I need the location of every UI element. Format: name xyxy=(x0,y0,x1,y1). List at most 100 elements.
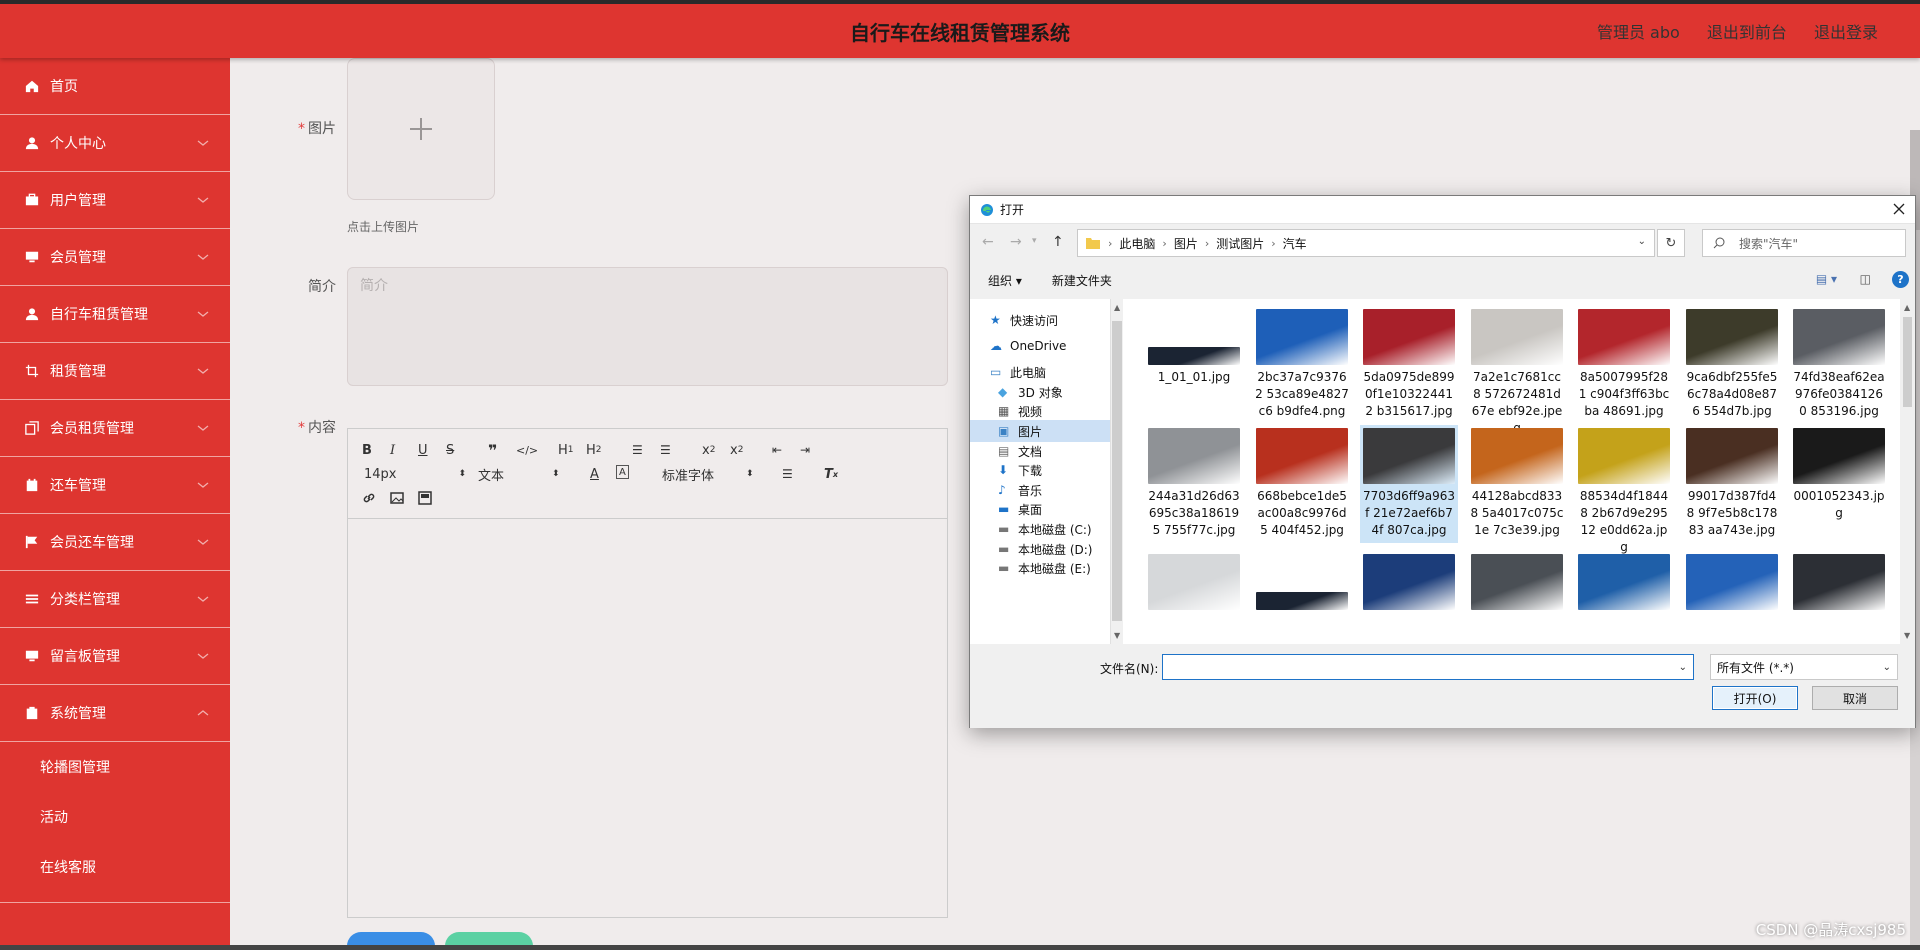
back-arrow-icon[interactable]: ← xyxy=(982,234,994,250)
filename-input[interactable]: ⌄ xyxy=(1162,654,1694,680)
preview-pane-icon[interactable]: ◫ xyxy=(1860,272,1871,286)
file-list-scrollbar[interactable]: ▲ ▼ xyxy=(1900,299,1915,644)
sidebar-subitem-1[interactable]: 活动 xyxy=(0,792,230,842)
code-button[interactable]: </> xyxy=(516,441,538,459)
file-item[interactable]: 7703d6ff9a963f 21e72aef6b74f 807ca.jpg xyxy=(1360,425,1458,543)
breadcrumb-this-pc[interactable]: 此电脑 xyxy=(1119,235,1155,252)
file-item[interactable]: 244a31d26d63 695c38a186195 755f77c.jpg xyxy=(1145,425,1243,543)
file-item[interactable]: 1_01_01.jpg xyxy=(1145,306,1243,424)
ordered-list-button[interactable]: ☰ xyxy=(632,441,643,459)
file-item[interactable] xyxy=(1360,551,1458,641)
file-item[interactable] xyxy=(1683,551,1781,641)
sidebar-subitem-0[interactable]: 轮播图管理 xyxy=(0,742,230,792)
file-item[interactable]: 88534d4f18448 2b67d9e29512 e0dd62a.jpg xyxy=(1575,425,1673,554)
sidebar-item-8[interactable]: 会员还车管理 xyxy=(0,514,230,571)
scroll-down-icon[interactable]: ▼ xyxy=(1904,631,1910,640)
intro-textarea[interactable]: 简介 xyxy=(347,267,948,386)
sidebar-item-1[interactable]: 个人中心 xyxy=(0,115,230,172)
file-type-filter[interactable]: 所有文件 (*.*) ⌄ xyxy=(1710,654,1898,680)
h1-button[interactable]: H1 xyxy=(558,441,574,459)
organize-menu[interactable]: 组织 ▾ xyxy=(988,272,1022,289)
subscript-button[interactable]: x2 xyxy=(702,441,715,459)
image-upload-button[interactable] xyxy=(347,58,495,200)
scroll-up-icon[interactable]: ▲ xyxy=(1114,303,1120,312)
sidebar-item-6[interactable]: 会员租赁管理 xyxy=(0,400,230,457)
breadcrumb-test-pictures[interactable]: 测试图片 xyxy=(1216,235,1264,252)
breadcrumb-cars[interactable]: 汽车 xyxy=(1283,235,1307,252)
cancel-button[interactable]: 取消 xyxy=(1812,686,1898,710)
file-item[interactable]: 0001052343.jpg xyxy=(1790,425,1888,543)
align-button[interactable]: ☰ xyxy=(782,465,793,483)
video-icon[interactable] xyxy=(418,489,432,507)
font-size-select[interactable]: 14px ⬍ xyxy=(364,465,466,483)
chevron-down-icon[interactable]: ⌄ xyxy=(1679,662,1687,673)
nav-item-7[interactable]: ⬇ 下载 xyxy=(970,459,1110,481)
bold-button[interactable]: B xyxy=(362,441,372,459)
help-icon[interactable]: ? xyxy=(1892,271,1909,288)
refresh-button[interactable]: ↻ xyxy=(1657,229,1685,257)
paragraph-select[interactable]: 文本 ⬍ xyxy=(478,465,560,484)
close-icon[interactable] xyxy=(1891,201,1907,217)
open-button[interactable]: 打开(O) xyxy=(1712,686,1798,710)
navigation-scrollbar-thumb[interactable] xyxy=(1112,321,1122,621)
font-family-select[interactable]: 标准字体 ⬍ xyxy=(662,465,754,484)
file-item[interactable]: 2bc37a7c93762 53ca89e4827c6 b9dfe4.png xyxy=(1253,306,1351,424)
nav-item-4[interactable]: ▦ 视频 xyxy=(970,400,1110,422)
underline-button[interactable]: U xyxy=(418,441,428,459)
scroll-down-icon[interactable]: ▼ xyxy=(1114,631,1120,640)
background-color-button[interactable]: A xyxy=(616,465,629,479)
logout-link[interactable]: 退出登录 xyxy=(1814,23,1878,42)
chevron-down-icon[interactable]: ⌄ xyxy=(1638,236,1646,247)
bullet-list-button[interactable]: ☰ xyxy=(660,441,671,459)
sidebar-subitem-2[interactable]: 在线客服 xyxy=(0,842,230,892)
file-item[interactable]: 5da0975de899 0f1e103224412 b315617.jpg xyxy=(1360,306,1458,424)
clear-format-button[interactable]: Tx xyxy=(824,465,838,483)
sidebar-item-0[interactable]: 首页 xyxy=(0,58,230,115)
up-arrow-icon[interactable]: ↑ xyxy=(1052,234,1064,250)
breadcrumb-pictures[interactable]: 图片 xyxy=(1174,235,1198,252)
back-to-front-link[interactable]: 退出到前台 xyxy=(1707,23,1787,42)
font-color-button[interactable]: A xyxy=(590,465,599,483)
file-item[interactable]: 74fd38eaf62ea 976fe03841260 853196.jpg xyxy=(1790,306,1888,424)
file-item[interactable]: 7a2e1c7681cc8 572672481d67e ebf92e.jpeg xyxy=(1468,306,1566,435)
nav-item-10[interactable]: ▬ 本地磁盘 (C:) xyxy=(970,518,1110,540)
superscript-button[interactable]: x2 xyxy=(730,441,743,459)
navigation-scrollbar[interactable]: ▲ ▼ xyxy=(1110,299,1123,644)
view-options-icon[interactable]: ▤ ▾ xyxy=(1816,272,1837,286)
file-item[interactable]: 8a5007995f281 c904f3ff63bcba 48691.jpg xyxy=(1575,306,1673,424)
image-icon[interactable] xyxy=(390,489,404,507)
strikethrough-button[interactable]: S xyxy=(446,441,454,459)
new-folder-button[interactable]: 新建文件夹 xyxy=(1052,272,1112,289)
file-list-scrollbar-thumb[interactable] xyxy=(1903,317,1912,407)
file-item[interactable]: 44128abcd8338 5a4017c075c1e 7c3e39.jpg xyxy=(1468,425,1566,543)
nav-item-0[interactable]: ★ 快速访问 xyxy=(970,309,1110,331)
file-item[interactable] xyxy=(1790,551,1888,641)
quote-button[interactable]: ❞ xyxy=(488,441,497,460)
link-icon[interactable] xyxy=(362,489,376,507)
file-item[interactable] xyxy=(1145,551,1243,641)
file-item[interactable]: 99017d387fd48 9f7e5b8c17883 aa743e.jpg xyxy=(1683,425,1781,543)
sidebar-item-5[interactable]: 租赁管理 xyxy=(0,343,230,400)
h2-button[interactable]: H2 xyxy=(586,441,602,459)
nav-item-12[interactable]: ▬ 本地磁盘 (E:) xyxy=(970,557,1110,579)
sidebar-item-10[interactable]: 留言板管理 xyxy=(0,628,230,685)
file-item[interactable] xyxy=(1575,551,1673,641)
sidebar-item-9[interactable]: 分类栏管理 xyxy=(0,571,230,628)
indent-button[interactable]: ⇥ xyxy=(800,441,810,459)
file-item[interactable] xyxy=(1468,551,1566,641)
search-input[interactable]: 搜索"汽车" xyxy=(1702,229,1906,257)
italic-button[interactable]: I xyxy=(390,441,395,459)
sidebar-item-11[interactable]: 系统管理 xyxy=(0,685,230,742)
rich-text-editor[interactable]: B I U S ❞ </> H1 H2 ☰ ☰ x2 x2 ⇤ ⇥ 14px ⬍ … xyxy=(347,428,948,918)
outdent-button[interactable]: ⇤ xyxy=(772,441,782,459)
sidebar-item-3[interactable]: 会员管理 xyxy=(0,229,230,286)
scroll-up-icon[interactable]: ▲ xyxy=(1904,303,1910,312)
nav-item-5[interactable]: ▣ 图片 xyxy=(970,420,1110,442)
sidebar-item-2[interactable]: 用户管理 xyxy=(0,172,230,229)
recent-dropdown-icon[interactable]: ▾ xyxy=(1032,236,1037,246)
file-item[interactable]: 668bebce1de5 ac00a8c9976d5 404f452.jpg xyxy=(1253,425,1351,543)
address-bar[interactable]: › 此电脑 › 图片 › 测试图片 › 汽车 ⌄ xyxy=(1077,229,1655,257)
nav-item-2[interactable]: ▭ 此电脑 xyxy=(970,361,1110,383)
nav-item-9[interactable]: ▬ 桌面 xyxy=(970,498,1110,520)
file-item[interactable] xyxy=(1253,551,1351,641)
